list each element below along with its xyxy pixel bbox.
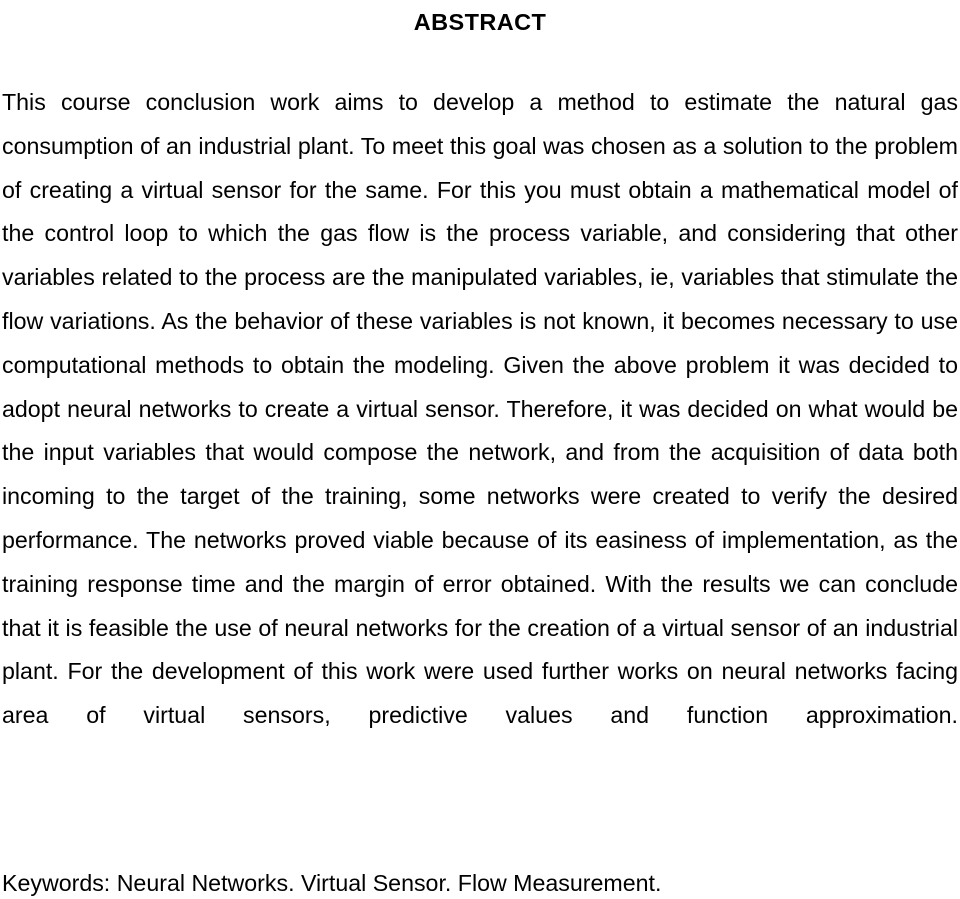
page-title-text: ABSTRACT — [413, 9, 547, 35]
abstract-paragraph: This course conclusion work aims to deve… — [2, 89, 958, 729]
keywords-line: Keywords: Neural Networks. Virtual Senso… — [2, 870, 662, 896]
abstract-page: ABSTRACT This course conclusion work aim… — [0, 0, 960, 899]
abstract-body: This course conclusion work aims to deve… — [2, 81, 958, 782]
page-title: ABSTRACT — [0, 7, 960, 37]
